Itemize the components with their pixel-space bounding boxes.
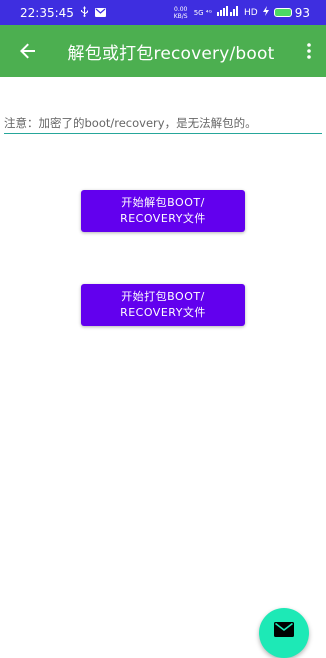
usb-icon	[80, 5, 89, 20]
battery-icon	[273, 8, 292, 17]
pack-button[interactable]: 开始打包BOOT/ RECOVERY文件	[81, 284, 245, 326]
charging-icon	[262, 6, 269, 19]
pack-button-line1: 开始打包BOOT/	[121, 290, 205, 303]
email-icon	[274, 622, 294, 637]
notice-text: 注意：加密了的boot/recovery，是无法解包的。	[4, 116, 257, 130]
more-vert-icon[interactable]	[302, 41, 316, 61]
status-right: 0.00 KB/S 5G ⁴ᴳ HD 93	[173, 6, 310, 20]
unpack-button[interactable]: 开始解包BOOT/ RECOVERY文件	[81, 190, 245, 232]
email-fab[interactable]	[259, 608, 309, 658]
status-bar: 22:35:45 0.00 KB/S 5G ⁴ᴳ HD 93	[0, 0, 326, 25]
notice-field: 注意：加密了的boot/recovery，是无法解包的。	[4, 115, 322, 134]
unpack-button-line1: 开始解包BOOT/	[121, 196, 205, 209]
pack-button-line2: RECOVERY文件	[120, 306, 206, 319]
app-toolbar: 解包或打包recovery/boot	[0, 25, 326, 77]
unpack-button-line2: RECOVERY文件	[120, 212, 206, 225]
back-arrow-icon[interactable]	[18, 41, 38, 61]
signal-indicator: 5G ⁴ᴳ	[193, 8, 213, 17]
signal-bars-icon	[217, 6, 239, 19]
mail-notification-icon	[94, 6, 106, 20]
status-time: 22:35:45	[20, 5, 74, 20]
battery-group: 93	[273, 5, 310, 20]
battery-percent: 93	[294, 5, 310, 20]
page-title: 解包或打包recovery/boot	[67, 43, 275, 64]
network-speed: 0.00 KB/S	[173, 5, 188, 20]
hd-indicator: HD	[244, 7, 258, 18]
status-left: 22:35:45	[20, 5, 106, 20]
